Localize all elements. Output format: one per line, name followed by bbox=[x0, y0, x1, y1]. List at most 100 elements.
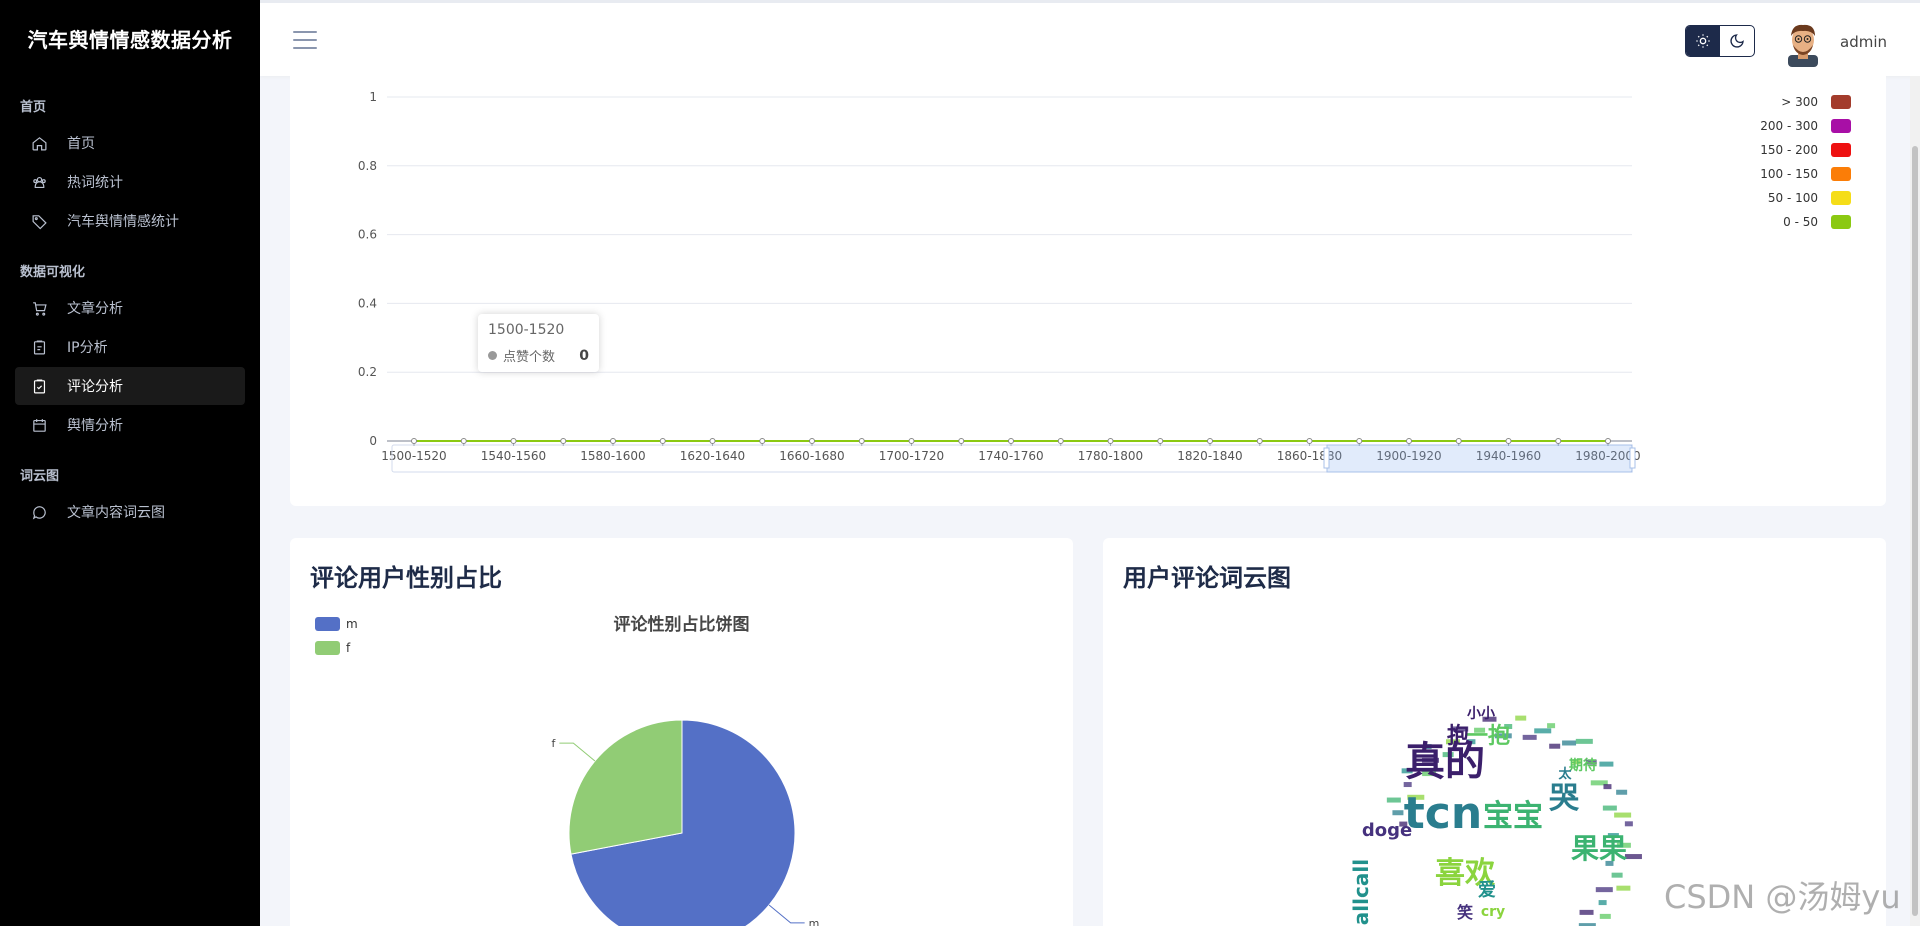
pie-label-line bbox=[559, 742, 596, 762]
wordcloud-card: 用户评论词云图 真的 tcn 宝宝 喜欢 doge callcall 一抱抱哭果果 cry 笑爱… bbox=[1103, 538, 1886, 926]
wordcloud-word: 宝宝 bbox=[1483, 799, 1543, 834]
visual-map-item[interactable]: 150 - 200 bbox=[1760, 138, 1851, 162]
visual-map-item[interactable]: 0 - 50 bbox=[1760, 210, 1851, 234]
visual-map-swatch bbox=[1831, 143, 1851, 157]
visual-map-item[interactable]: > 300 bbox=[1760, 90, 1851, 114]
data-point[interactable] bbox=[1356, 438, 1363, 444]
sidebar-item-label: IP分析 bbox=[67, 340, 108, 356]
wordcloud-word: tcn bbox=[1404, 788, 1482, 839]
visual-map-swatch bbox=[1831, 191, 1851, 205]
visual-map-swatch bbox=[1831, 119, 1851, 133]
dark-theme-button[interactable] bbox=[1720, 26, 1754, 56]
x-tick-label: 1820-1840 bbox=[1177, 449, 1242, 463]
sidebar-item-label: 文章内容词云图 bbox=[67, 505, 165, 521]
chat-icon bbox=[30, 503, 48, 521]
data-point[interactable] bbox=[610, 438, 616, 444]
light-theme-button[interactable] bbox=[1686, 26, 1720, 56]
data-point[interactable] bbox=[709, 438, 716, 444]
scrollbar-thumb[interactable] bbox=[1912, 146, 1918, 916]
comment-wordcloud: 真的tcn 宝宝喜欢dogecallcall一抱抱哭果果cry笑爱期待小小太 bbox=[1349, 706, 1642, 926]
data-point[interactable] bbox=[1107, 438, 1114, 444]
sidebar-item[interactable]: 舆情分析 bbox=[15, 406, 245, 444]
y-tick-label: 0 bbox=[369, 434, 377, 448]
data-point[interactable] bbox=[958, 438, 965, 444]
visual-map-label: 200 - 300 bbox=[1760, 119, 1818, 133]
avatar[interactable] bbox=[1782, 21, 1824, 67]
visual-map-label: 50 - 100 bbox=[1767, 191, 1818, 205]
data-point[interactable] bbox=[1008, 438, 1014, 444]
wordcloud-word: 爱 bbox=[1478, 880, 1496, 901]
sidebar-item[interactable]: 首页 bbox=[15, 124, 245, 162]
visual-map-legend[interactable]: > 300 200 - 300 150 - 200 100 - 150 50 - 100… bbox=[1760, 90, 1851, 234]
wordcloud-filler bbox=[1549, 743, 1561, 749]
wordcloud-word: 果果 bbox=[1571, 832, 1627, 865]
wordcloud-filler bbox=[1562, 740, 1577, 746]
wordcloud-word: 笑 bbox=[1457, 903, 1473, 922]
sidebar-item[interactable]: 文章内容词云图 bbox=[15, 493, 245, 531]
nav-group-title: 首页 bbox=[20, 100, 47, 115]
theme-toggle[interactable] bbox=[1685, 25, 1755, 57]
data-point[interactable] bbox=[1605, 438, 1611, 444]
nav-group-title: 词云图 bbox=[20, 469, 60, 484]
data-point[interactable] bbox=[510, 438, 517, 444]
wordcloud-word: 太 bbox=[1557, 766, 1572, 782]
gender-pie-chart[interactable]: mf bbox=[290, 538, 1073, 926]
sidebar-item[interactable]: 汽车舆情情感统计 bbox=[15, 202, 245, 240]
tooltip-title: 1500-1520 bbox=[488, 322, 565, 338]
datazoom-handle-right[interactable] bbox=[1629, 447, 1636, 469]
y-tick-label: 0.6 bbox=[358, 228, 377, 242]
gender-ratio-card: 评论用户性别占比 mf 评论性别占比饼图 mf bbox=[290, 538, 1073, 926]
data-point[interactable] bbox=[1555, 438, 1562, 444]
sidebar-item[interactable]: 热词统计 bbox=[15, 163, 245, 201]
clipboard-icon bbox=[30, 338, 48, 356]
data-point[interactable] bbox=[1057, 438, 1064, 444]
series-dot-icon bbox=[488, 351, 497, 360]
data-point[interactable] bbox=[1455, 438, 1462, 444]
likes-line-chart[interactable]: 0 0.2 0.4 0.6 0.8 1 1500-1520 1540-1560 1580-160… bbox=[290, 76, 1886, 506]
x-tick-label: 1540-1560 bbox=[481, 449, 546, 463]
data-point[interactable] bbox=[1505, 438, 1512, 444]
data-point[interactable] bbox=[1256, 438, 1263, 444]
page-scrollbar[interactable] bbox=[1910, 76, 1920, 926]
data-point[interactable] bbox=[1157, 438, 1164, 444]
x-tick-label: 1780-1800 bbox=[1078, 449, 1143, 463]
data-point[interactable] bbox=[560, 438, 567, 444]
moon-icon bbox=[1730, 34, 1744, 48]
wordcloud-word: 哭 bbox=[1549, 781, 1580, 816]
visual-map-swatch bbox=[1831, 95, 1851, 109]
menu-toggle-icon[interactable] bbox=[293, 31, 317, 51]
pie-slice[interactable] bbox=[568, 719, 683, 855]
sidebar-item[interactable]: IP分析 bbox=[15, 328, 245, 366]
datazoom-handle-left[interactable] bbox=[1323, 447, 1330, 469]
data-point[interactable] bbox=[1406, 438, 1412, 444]
data-point[interactable] bbox=[659, 438, 666, 444]
wordcloud-word: callcall bbox=[1349, 859, 1373, 926]
username[interactable]: admin bbox=[1840, 33, 1887, 51]
tooltip-series-label: 点赞个数 bbox=[503, 350, 556, 365]
data-point[interactable] bbox=[460, 438, 467, 444]
sidebar: 汽车舆情情感数据分析 首页 首页 热词统计 汽车舆情情感统计 数据可视化 文章分析 IP分析… bbox=[0, 0, 260, 926]
datazoom-window[interactable] bbox=[1326, 444, 1633, 473]
wordcloud-filler bbox=[1614, 812, 1632, 818]
y-tick-label: 0.2 bbox=[358, 365, 377, 379]
visual-map-swatch bbox=[1831, 167, 1851, 181]
visual-map-label: 150 - 200 bbox=[1760, 143, 1818, 157]
x-tick-label: 1700-1720 bbox=[879, 449, 944, 463]
pie-label-line bbox=[768, 904, 805, 924]
wordcloud-filler bbox=[1599, 913, 1611, 919]
data-point[interactable] bbox=[759, 438, 766, 444]
visual-map-item[interactable]: 200 - 300 bbox=[1760, 114, 1851, 138]
wordcloud-filler bbox=[1386, 797, 1401, 803]
visual-map-item[interactable]: 100 - 150 bbox=[1760, 162, 1851, 186]
data-point[interactable] bbox=[908, 438, 915, 444]
sidebar-item[interactable]: 文章分析 bbox=[15, 289, 245, 327]
data-point[interactable] bbox=[809, 438, 815, 444]
data-point[interactable] bbox=[411, 438, 417, 444]
data-point[interactable] bbox=[1306, 438, 1313, 444]
data-point[interactable] bbox=[858, 438, 865, 444]
wordcloud-filler bbox=[1522, 734, 1537, 740]
wordcloud-word: cry bbox=[1481, 904, 1505, 920]
data-point[interactable] bbox=[1207, 438, 1213, 444]
visual-map-item[interactable]: 50 - 100 bbox=[1760, 186, 1851, 210]
sidebar-item[interactable]: 评论分析 bbox=[15, 367, 245, 405]
